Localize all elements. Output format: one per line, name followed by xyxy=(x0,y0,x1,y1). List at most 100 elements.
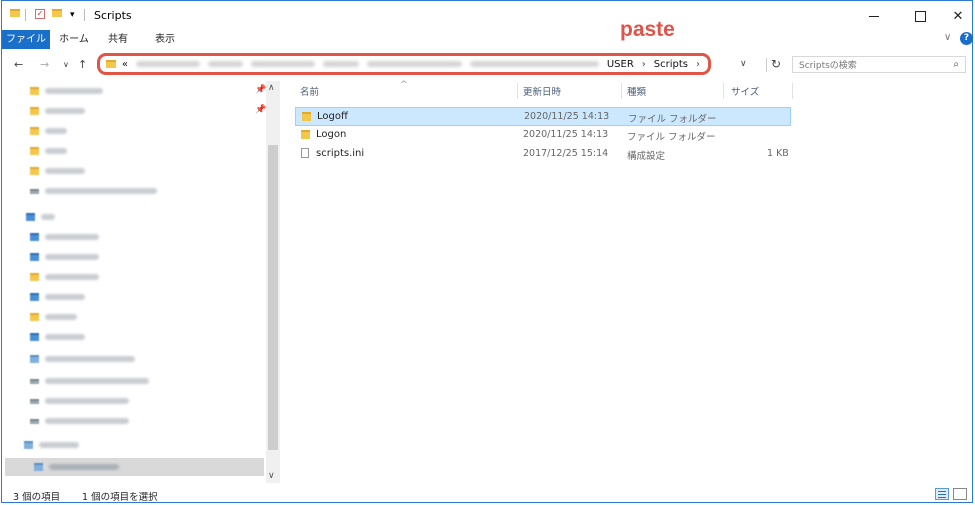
nav-item-blurred[interactable] xyxy=(30,143,67,159)
column-divider[interactable] xyxy=(723,83,724,99)
scroll-down-icon[interactable]: ∨ xyxy=(268,471,275,481)
paste-annotation: paste xyxy=(620,18,675,41)
title-bar: ✓ ▾ Scripts ✕ xyxy=(2,1,972,31)
up-arrow-icon[interactable]: ↑ xyxy=(78,58,87,71)
search-icon[interactable]: ⌕ xyxy=(953,59,959,70)
column-header-name[interactable]: 名前 xyxy=(300,84,319,98)
column-header-size[interactable]: サイズ xyxy=(731,84,759,98)
properties-check-icon[interactable]: ✓ xyxy=(35,9,45,19)
address-blurred-segment xyxy=(322,61,359,67)
folder-icon xyxy=(301,130,310,139)
column-divider[interactable] xyxy=(792,83,793,99)
tab-share[interactable]: 共有 xyxy=(105,30,131,49)
quick-access-dropdown-icon[interactable]: ▾ xyxy=(70,10,75,20)
nav-item-blurred[interactable] xyxy=(30,269,99,285)
nav-item-blurred[interactable] xyxy=(30,249,99,265)
file-modified: 2017/12/25 15:14 xyxy=(523,148,609,159)
search-input[interactable]: Scriptsの検索 ⌕ xyxy=(792,56,966,73)
file-row-logoff[interactable]: Logoff 2020/11/25 14:13 ファイル フォルダー xyxy=(295,107,791,126)
scroll-up-icon[interactable]: ∧ xyxy=(268,83,275,93)
title-separator xyxy=(84,9,85,21)
pin-icon[interactable]: 📌 xyxy=(255,105,266,115)
new-folder-icon[interactable] xyxy=(52,9,62,17)
file-modified: 2020/11/25 14:13 xyxy=(523,129,609,140)
folder-icon xyxy=(302,112,311,121)
file-modified: 2020/11/25 14:13 xyxy=(524,111,610,122)
maximize-icon xyxy=(914,10,926,22)
nav-item-blurred[interactable] xyxy=(30,183,157,199)
ribbon-tabs: ファイル ホーム 共有 表示 ∨ xyxy=(2,30,972,49)
breadcrumb-scripts[interactable]: Scripts xyxy=(654,59,688,70)
nav-item-blurred[interactable] xyxy=(30,83,103,99)
quick-access-folder-icon[interactable] xyxy=(10,9,20,17)
nav-item-blurred[interactable] xyxy=(30,289,85,305)
minimize-icon xyxy=(869,15,879,17)
status-bar: 3 個の項目 1 個の項目を選択 xyxy=(2,485,972,504)
address-blurred-segment xyxy=(136,61,200,67)
nav-item-blurred[interactable] xyxy=(30,163,85,179)
tab-home[interactable]: ホーム xyxy=(57,30,91,49)
nav-item-blurred[interactable] xyxy=(30,309,77,325)
sort-indicator-icon: ^ xyxy=(400,80,408,90)
nav-item-blurred[interactable] xyxy=(30,329,85,345)
address-divider xyxy=(766,58,767,72)
address-blurred-segment xyxy=(251,61,315,67)
address-bar[interactable]: « USER › Scripts › xyxy=(97,53,711,75)
file-size: 1 KB xyxy=(767,148,789,159)
file-type: ファイル フォルダー xyxy=(628,114,717,125)
help-icon[interactable]: ? xyxy=(960,32,973,45)
minimize-button[interactable] xyxy=(852,5,896,27)
close-icon: ✕ xyxy=(952,8,964,24)
column-header-modified[interactable]: 更新日時 xyxy=(523,84,561,98)
nav-item-blurred[interactable] xyxy=(26,209,55,225)
file-row-logon[interactable]: Logon 2020/11/25 14:13 ファイル フォルダー xyxy=(295,126,791,145)
close-button[interactable]: ✕ xyxy=(944,5,972,27)
file-type: ファイル フォルダー xyxy=(627,132,716,143)
tab-view[interactable]: 表示 xyxy=(150,30,180,49)
ribbon-collapse-icon[interactable]: ∨ xyxy=(944,32,951,43)
address-dropdown-icon[interactable]: ∨ xyxy=(740,59,747,69)
address-blurred-segment xyxy=(469,61,599,67)
recent-locations-chevron-icon[interactable]: ∨ xyxy=(63,60,69,69)
file-name: Logoff xyxy=(317,111,348,122)
breadcrumb-chevron-icon[interactable]: › xyxy=(642,59,646,70)
search-placeholder: Scriptsの検索 xyxy=(799,61,857,71)
forward-arrow-icon[interactable]: → xyxy=(40,58,49,71)
nav-item-blurred[interactable] xyxy=(30,103,85,119)
nav-item-blurred[interactable] xyxy=(30,123,67,139)
nav-item-blurred[interactable] xyxy=(24,437,79,453)
file-type: 構成設定 xyxy=(627,151,666,162)
file-name: Logon xyxy=(316,129,347,140)
column-divider[interactable] xyxy=(621,83,622,99)
settings-file-icon xyxy=(301,148,309,158)
nav-item-blurred[interactable] xyxy=(30,373,149,389)
nav-item-blurred[interactable] xyxy=(30,393,129,409)
navigation-pane: 📌 📌 ∧ ∨ xyxy=(2,79,280,483)
window-title: Scripts xyxy=(94,9,132,22)
nav-pane-scrollbar-thumb[interactable] xyxy=(268,145,278,450)
refresh-icon[interactable]: ↻ xyxy=(771,57,781,71)
address-blurred-segment xyxy=(366,61,462,67)
explorer-window: ✓ ▾ Scripts ✕ ファイル ホーム 共有 表示 ∨ ? paste ←… xyxy=(1,0,973,503)
tab-file[interactable]: ファイル xyxy=(2,30,50,49)
maximize-button[interactable] xyxy=(898,5,942,27)
pin-icon[interactable]: 📌 xyxy=(255,85,266,95)
column-header-type[interactable]: 種類 xyxy=(627,84,646,98)
back-arrow-icon[interactable]: ← xyxy=(14,58,23,71)
nav-item-blurred[interactable] xyxy=(30,351,135,367)
nav-item-blurred[interactable] xyxy=(34,459,119,475)
status-item-count: 3 個の項目 xyxy=(13,492,61,503)
address-folder-icon xyxy=(106,60,116,68)
file-name: scripts.ini xyxy=(316,148,365,159)
column-divider[interactable] xyxy=(517,83,518,99)
large-icons-view-button[interactable] xyxy=(953,488,967,500)
status-selected-count: 1 個の項目を選択 xyxy=(82,492,158,503)
details-view-button[interactable] xyxy=(935,488,949,500)
breadcrumb-chevron-icon[interactable]: › xyxy=(696,59,700,70)
address-blurred-segment xyxy=(207,61,244,67)
file-row-scripts-ini[interactable]: scripts.ini 2017/12/25 15:14 構成設定 1 KB xyxy=(295,145,791,164)
nav-item-blurred[interactable] xyxy=(30,229,99,245)
nav-item-blurred[interactable] xyxy=(30,413,129,429)
breadcrumb-user[interactable]: USER xyxy=(607,59,634,70)
address-overflow-icon[interactable]: « xyxy=(122,59,128,70)
